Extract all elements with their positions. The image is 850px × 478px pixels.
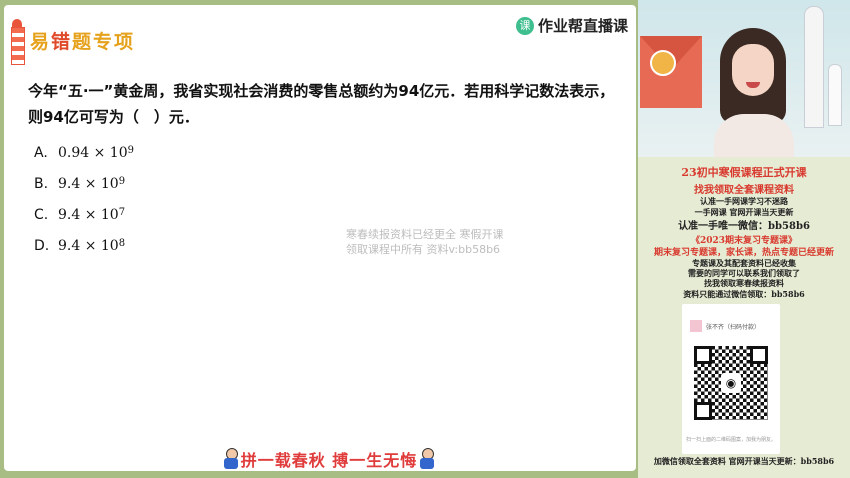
promo-line: 找我领取寒春续报资料 bbox=[704, 278, 784, 288]
avatar bbox=[690, 320, 702, 332]
rocket-decoration bbox=[828, 64, 842, 126]
promo-line: 期末复习专题课，家长课，热点专题已经更新 bbox=[653, 248, 834, 258]
cartoon-kid-icon bbox=[417, 448, 437, 470]
lighthouse-icon bbox=[10, 19, 25, 65]
promo-panel: 23初中寒假课程正式开课 找我领取全套课程资料 认准一手网课学习不迷路 一手网课… bbox=[638, 157, 850, 478]
teacher bbox=[714, 28, 794, 157]
lesson-slide: 易错题专项 课 作业帮直播课 今年“五·一”黄金周，我省实现社会消费的零售总额约… bbox=[4, 5, 636, 471]
option-a: A. 0.94 × 10 9 bbox=[34, 145, 134, 161]
promo-line: 认准一手唯一微信：bb58b6 bbox=[678, 221, 810, 232]
promo-footer: 加微信领取全套资料 官网开课当天更新：bb58b6 bbox=[653, 456, 835, 466]
screen-frame: 易错题专项 课 作业帮直播课 今年“五·一”黄金周，我省实现社会消费的零售总额约… bbox=[0, 0, 850, 478]
teacher-video bbox=[638, 0, 850, 157]
side-panel: 23初中寒假课程正式开课 找我领取全套课程资料 认准一手网课学习不迷路 一手网课… bbox=[638, 0, 850, 478]
promo-line: 认准一手网课学习不迷路 bbox=[700, 196, 788, 206]
promo-line: 资料只能通过微信领取：bb58b6 bbox=[683, 289, 805, 299]
wechat-icon: ◉ bbox=[721, 373, 741, 393]
question-text: 今年“五·一”黄金周，我省实现社会消费的零售总额约为94亿元．若用科学记数法表示… bbox=[28, 82, 615, 126]
qr-owner-name: 张不齐（扫码付款） bbox=[706, 323, 761, 331]
qr-caption: 扫一扫上面的二维码图案，加我为朋友。 bbox=[685, 437, 776, 443]
answer-options: A. 0.94 × 10 9 B. 9.4 × 10 9 C. 9.4 × 10 7 … bbox=[34, 145, 134, 269]
option-c: C. 9.4 × 10 7 bbox=[34, 207, 126, 223]
brand-name: 作业帮直播课 bbox=[537, 17, 628, 35]
option-d: D. 9.4 × 10 8 bbox=[34, 238, 126, 254]
medal-icon bbox=[650, 50, 676, 76]
rocket-decoration bbox=[804, 6, 824, 128]
brand-icon: 课 bbox=[515, 16, 534, 35]
option-b: B. 9.4 × 10 9 bbox=[34, 176, 126, 192]
slogan-text: 拼一载春秋 搏一生无悔 bbox=[240, 451, 418, 470]
watermark: 寒春续报资料已经更全 寒假开课 领取课程中所有 资料v:bb58b6 bbox=[346, 228, 504, 256]
brand-logo: 课 作业帮直播课 bbox=[515, 15, 628, 36]
topic-title: 易错题专项 bbox=[30, 31, 136, 53]
promo-line: 找我领取全套课程资料 bbox=[694, 185, 794, 196]
wechat-qr-card: 张不齐（扫码付款） ◉ 扫一扫上面的二维码图案，加我为朋友。 bbox=[682, 304, 780, 454]
cartoon-kid-icon bbox=[221, 448, 241, 470]
slogan-banner: 拼一载春秋 搏一生无悔 bbox=[204, 446, 454, 472]
promo-headline: 23初中寒假课程正式开课 bbox=[681, 166, 807, 179]
qr-code[interactable]: ◉ bbox=[694, 346, 768, 420]
